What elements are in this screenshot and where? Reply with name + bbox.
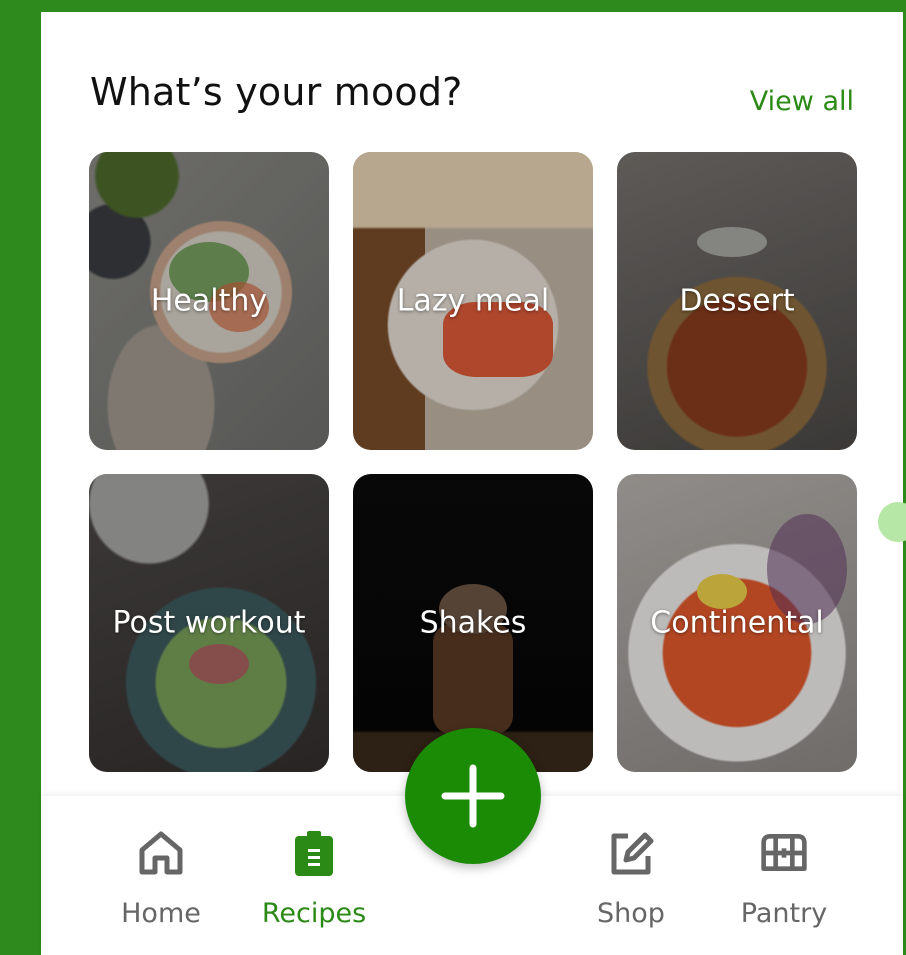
mood-card-post-workout[interactable]: Post workout bbox=[89, 474, 329, 772]
mood-card-label: Post workout bbox=[112, 605, 306, 641]
section-title: What’s your mood? bbox=[90, 70, 463, 114]
home-icon bbox=[139, 831, 183, 875]
add-button[interactable] bbox=[405, 728, 541, 864]
clipboard-icon bbox=[295, 831, 333, 876]
tab-pantry-label: Pantry bbox=[740, 898, 828, 929]
mood-card-continental[interactable]: Continental bbox=[617, 474, 857, 772]
top-border bbox=[0, 0, 906, 12]
tab-pantry[interactable]: Pantry bbox=[709, 796, 859, 955]
mood-card-healthy[interactable]: Healthy bbox=[89, 152, 329, 450]
mood-card-label: Lazy meal bbox=[396, 283, 550, 319]
plus-icon bbox=[441, 764, 505, 828]
mood-card-label: Dessert bbox=[679, 283, 795, 319]
view-all-link[interactable]: View all bbox=[750, 86, 854, 117]
tab-shop[interactable]: Shop bbox=[556, 796, 706, 955]
mood-card-label: Shakes bbox=[419, 605, 527, 641]
mood-card-dessert[interactable]: Dessert bbox=[617, 152, 857, 450]
tab-recipes[interactable]: Recipes bbox=[239, 796, 389, 955]
left-border bbox=[0, 0, 41, 955]
tab-recipes-label: Recipes bbox=[261, 898, 367, 929]
tab-shop-label: Shop bbox=[597, 898, 665, 929]
edit-note-icon bbox=[611, 832, 654, 875]
tab-home-label: Home bbox=[121, 898, 201, 929]
side-handle[interactable] bbox=[878, 502, 906, 542]
mood-card-lazy-meal[interactable]: Lazy meal bbox=[353, 152, 593, 450]
mood-card-label: Continental bbox=[650, 605, 824, 641]
pantry-box-icon bbox=[761, 834, 807, 872]
mood-card-label: Healthy bbox=[150, 283, 268, 319]
tab-home[interactable]: Home bbox=[86, 796, 236, 955]
